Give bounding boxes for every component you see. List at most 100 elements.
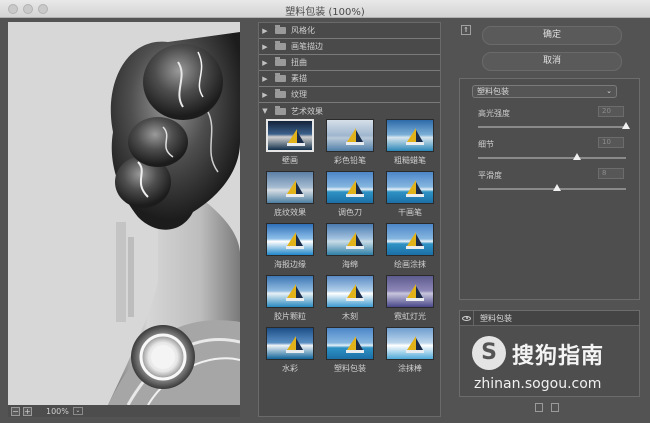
- effect-layer-row[interactable]: 塑料包装: [460, 310, 639, 326]
- sogou-watermark: S 搜狗指南 zhinan.sogou.com: [470, 336, 640, 396]
- thumbnail-image: [266, 275, 314, 308]
- folder-icon: [275, 25, 286, 34]
- filter-label: 粗糙蜡笔: [394, 156, 426, 165]
- window-titlebar: 塑料包装 (100%): [0, 0, 650, 18]
- filter-label: 涂抹棒: [398, 364, 422, 373]
- watermark-url: zhinan.sogou.com: [474, 376, 602, 392]
- filter-thumb-cutout[interactable]: 木刻: [322, 275, 382, 325]
- sogou-logo: S: [472, 336, 506, 370]
- filter-thumb-neon-glow[interactable]: 霓虹灯光: [382, 275, 440, 325]
- new-effect-layer-icon[interactable]: [535, 403, 543, 412]
- folder-label: 扭曲: [291, 58, 307, 67]
- visibility-eye-icon[interactable]: [460, 310, 474, 326]
- folder-stylize[interactable]: ▶ 风格化: [259, 23, 440, 39]
- filter-label: 木刻: [342, 312, 358, 321]
- filter-label: 海报边缘: [274, 260, 306, 269]
- filter-thumb-paint-daubs[interactable]: 绘画涂抹: [382, 223, 440, 273]
- zoom-level: 100%: [46, 406, 69, 416]
- filter-select-value: 塑料包装: [477, 87, 509, 96]
- expand-arrow-icon: ▶: [262, 74, 268, 83]
- folder-brush-strokes[interactable]: ▶ 画笔描边: [259, 39, 440, 55]
- folder-distort[interactable]: ▶ 扭曲: [259, 55, 440, 71]
- watermark-text: 搜狗指南: [512, 344, 605, 369]
- thumbnail-image: [326, 171, 374, 204]
- folder-icon: [275, 41, 286, 50]
- smoothness-label: 平滑度: [478, 171, 502, 180]
- thumbnail-image: [326, 327, 374, 360]
- folder-icon: [275, 73, 286, 82]
- filter-select[interactable]: 塑料包装 ⌄: [472, 85, 617, 98]
- filter-thumb-palette-knife[interactable]: 调色刀: [322, 171, 382, 221]
- filter-thumb-rough-pastels[interactable]: 粗糙蜡笔: [382, 119, 440, 169]
- thumbnail-image: [266, 327, 314, 360]
- detail-knob[interactable]: [572, 153, 581, 160]
- detail-label: 细节: [478, 140, 494, 149]
- detail-field[interactable]: 10: [598, 137, 624, 148]
- ok-button[interactable]: 确定: [482, 26, 622, 45]
- folder-label: 艺术效果: [291, 106, 323, 116]
- filter-thumb-underpainting[interactable]: 底纹效果: [262, 171, 322, 221]
- expand-arrow-icon: ▶: [262, 26, 268, 35]
- folder-artistic[interactable]: ▼ 艺术效果: [259, 103, 440, 119]
- cancel-button[interactable]: 取消: [482, 52, 622, 71]
- thumbnail-image: [326, 119, 374, 152]
- folder-icon: [275, 57, 286, 66]
- delete-effect-layer-icon[interactable]: [551, 403, 559, 412]
- smoothness-field[interactable]: 8: [598, 168, 624, 179]
- zoom-in-button[interactable]: +: [23, 406, 32, 416]
- thumbnail-image: [386, 171, 434, 204]
- collapse-gallery-button[interactable]: ⇑: [461, 25, 471, 35]
- filter-label: 塑料包装: [334, 364, 366, 373]
- detail-slider[interactable]: [478, 157, 626, 159]
- highlight-strength-field[interactable]: 20: [598, 106, 624, 117]
- filter-label: 壁画: [282, 156, 298, 165]
- highlight-strength-slider[interactable]: [478, 126, 626, 128]
- effect-layer-name: 塑料包装: [480, 313, 512, 323]
- folder-texture[interactable]: ▶ 纹理: [259, 87, 440, 103]
- folder-label: 纹理: [291, 90, 307, 99]
- filter-label: 底纹效果: [274, 208, 306, 217]
- smoothness-knob[interactable]: [552, 184, 561, 191]
- filter-label: 绘画涂抹: [394, 260, 426, 269]
- filter-settings-panel: 塑料包装 ⌄ 高光强度 20 细节 10 平滑度 8: [459, 78, 640, 300]
- thumbnail-image: [326, 275, 374, 308]
- filter-label: 水彩: [282, 364, 298, 373]
- filter-thumb-sponge[interactable]: 海绵: [322, 223, 382, 273]
- thumbnail-image: [266, 223, 314, 256]
- folder-sketch[interactable]: ▶ 素描: [259, 71, 440, 87]
- preview-image: [8, 22, 240, 405]
- filter-label: 干画笔: [398, 208, 422, 217]
- filter-thumb-plastic-wrap[interactable]: 塑料包装: [322, 327, 382, 377]
- highlight-strength-knob[interactable]: [622, 122, 630, 129]
- zoom-dropdown[interactable]: ⌄: [72, 407, 83, 415]
- thumbnail-image: [266, 119, 314, 152]
- filter-thumb-film-grain[interactable]: 胶片颗粒: [262, 275, 322, 325]
- highlight-strength-label: 高光强度: [478, 109, 510, 118]
- thumbnail-image: [386, 119, 434, 152]
- thumbnail-image: [386, 275, 434, 308]
- folder-label: 画笔描边: [291, 42, 323, 51]
- collapse-arrow-icon: ▼: [262, 107, 268, 115]
- thumbnail-image: [326, 223, 374, 256]
- filter-thumb-fresco[interactable]: 壁画: [262, 119, 322, 169]
- filter-thumb-watercolor[interactable]: 水彩: [262, 327, 322, 377]
- filter-thumb-dry-brush[interactable]: 干画笔: [382, 171, 440, 221]
- expand-arrow-icon: ▶: [262, 58, 268, 67]
- filter-thumb-poster-edges[interactable]: 海报边缘: [262, 223, 322, 273]
- filter-thumb-smudge-stick[interactable]: 涂抹棒: [382, 327, 440, 377]
- preview-canvas[interactable]: [8, 22, 240, 405]
- filter-label: 调色刀: [338, 208, 362, 217]
- expand-arrow-icon: ▶: [262, 42, 268, 51]
- zoom-out-button[interactable]: −: [11, 406, 20, 416]
- preview-zoom-bar: − + 100% ⌄: [8, 405, 240, 417]
- chevron-down-icon: ⌄: [606, 87, 612, 95]
- thumbnail-image: [386, 327, 434, 360]
- thumbnail-image: [386, 223, 434, 256]
- window-title: 塑料包装 (100%): [285, 7, 365, 18]
- folder-icon: [275, 105, 286, 115]
- filter-thumb-colored-pencil[interactable]: 彩色铅笔: [322, 119, 382, 169]
- filter-label: 胶片颗粒: [274, 312, 306, 321]
- layer-tools: [535, 403, 565, 413]
- folder-icon: [275, 89, 286, 98]
- filter-label: 彩色铅笔: [334, 156, 366, 165]
